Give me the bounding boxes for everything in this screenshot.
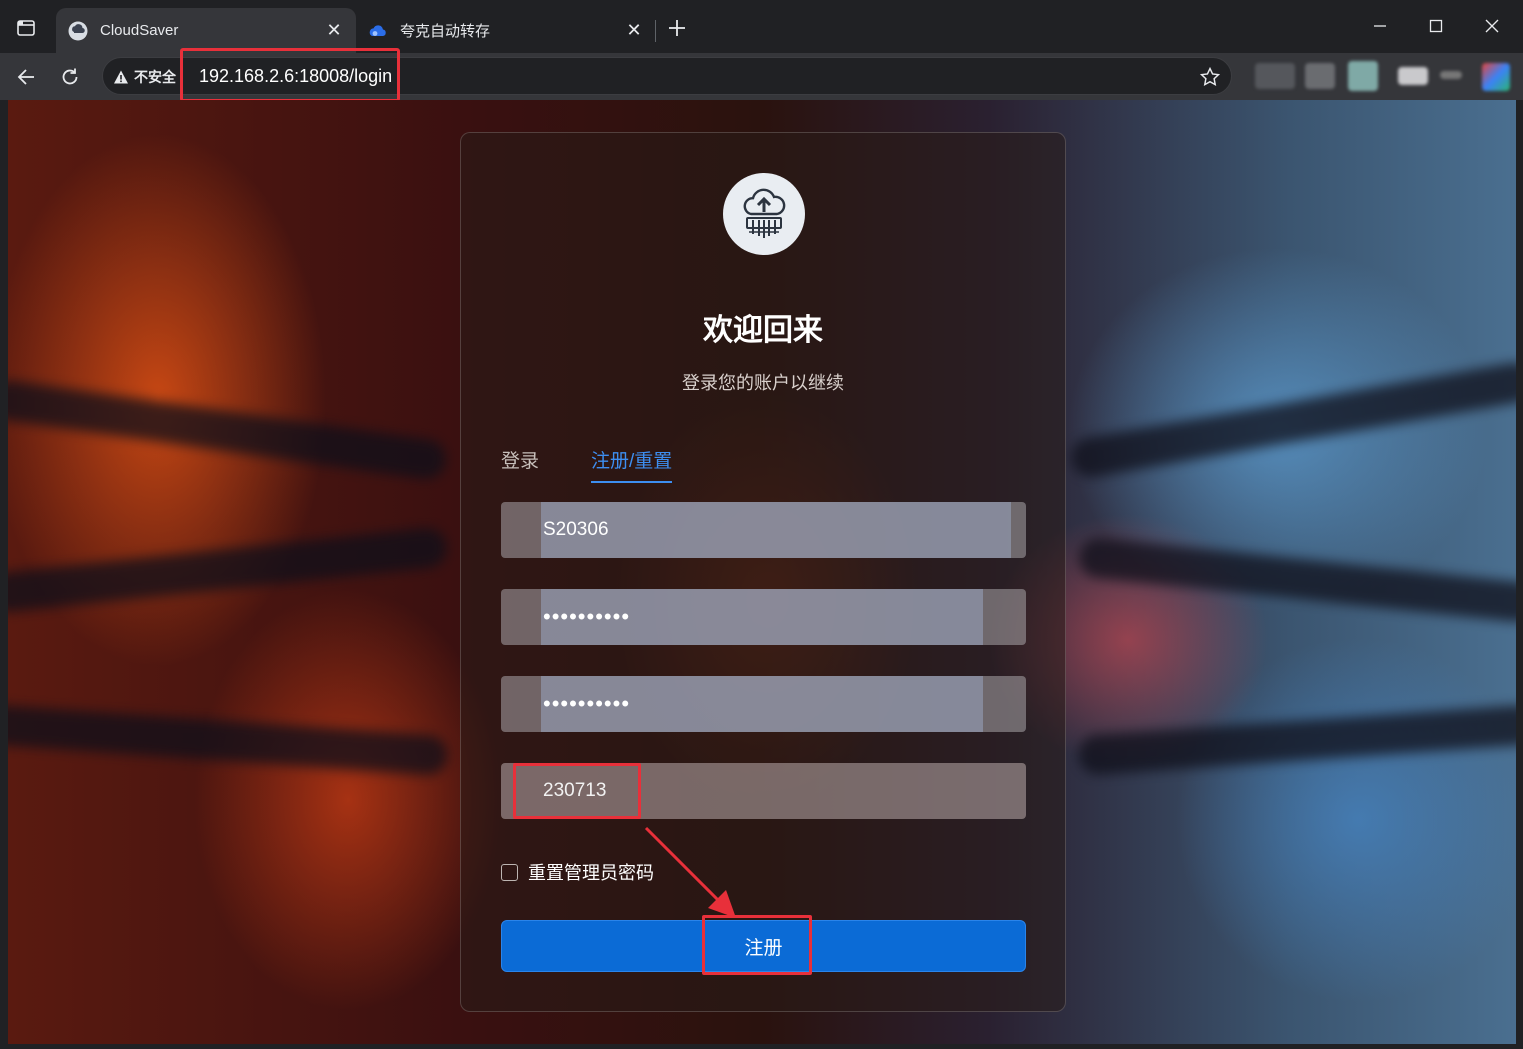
tab-register-reset[interactable]: 注册/重置 [591, 446, 673, 483]
tab-cloudsaver[interactable]: CloudSaver ✕ [56, 8, 356, 53]
background-shadow [8, 526, 449, 614]
code-highlight-box [513, 763, 641, 819]
page-subtitle: 登录您的账户以继续 [682, 373, 844, 393]
page-background: 欢迎回来 登录您的账户以继续 登录 注册/重置 重置管理员密码 注册 [8, 100, 1516, 1044]
tab-strip: CloudSaver ✕ 夸克自动转存 ✕ [0, 0, 1523, 53]
confirm-password-field[interactable] [501, 676, 1026, 732]
password-input[interactable] [543, 589, 983, 645]
reload-icon[interactable] [52, 59, 88, 95]
extension-icon[interactable] [1398, 67, 1428, 85]
annotation-arrow-icon [644, 826, 736, 918]
background-shadow [1068, 359, 1516, 481]
new-tab-icon[interactable] [662, 12, 692, 44]
background-shadow [8, 703, 449, 777]
tab-title: CloudSaver [100, 22, 179, 39]
cloud-upload-icon [743, 188, 786, 238]
extension-icon[interactable] [1255, 63, 1295, 89]
page-title: 欢迎回来 [703, 314, 823, 347]
reset-admin-checkbox[interactable] [501, 863, 518, 881]
extension-icon[interactable] [1305, 63, 1335, 89]
submit-highlight-box [702, 915, 812, 975]
minimize-icon[interactable] [1352, 6, 1408, 46]
close-icon[interactable]: ✕ [324, 20, 344, 41]
tab-separator [655, 20, 656, 42]
cloudsaver-logo [723, 173, 805, 255]
password-field[interactable] [501, 589, 1026, 645]
url-highlight-box [180, 48, 400, 102]
warning-icon [114, 70, 128, 84]
tab-title: 夸克自动转存 [400, 23, 491, 40]
login-card: 欢迎回来 登录您的账户以继续 登录 注册/重置 重置管理员密码 注册 [460, 132, 1066, 1012]
reset-admin-label: 重置管理员密码 [528, 863, 654, 883]
security-label: 不安全 [134, 69, 176, 85]
close-icon[interactable]: ✕ [624, 20, 644, 41]
tab-quark[interactable]: 夸克自动转存 ✕ [356, 8, 656, 53]
background-shadow [1077, 536, 1516, 624]
back-arrow-icon[interactable] [8, 59, 44, 95]
tab-login[interactable]: 登录 [501, 446, 539, 473]
cloudsaver-logo-icon [68, 21, 88, 41]
confirm-password-input[interactable] [543, 676, 983, 732]
username-input[interactable] [543, 502, 983, 558]
security-indicator[interactable]: 不安全 [113, 67, 176, 87]
background-shadow [1077, 704, 1516, 776]
tab-actions-icon[interactable] [8, 12, 44, 44]
username-field[interactable] [501, 502, 1026, 558]
maximize-icon[interactable] [1408, 6, 1464, 46]
background-shadow [8, 378, 449, 482]
reset-admin-row[interactable]: 重置管理员密码 [501, 859, 654, 885]
extension-icon[interactable] [1440, 71, 1462, 79]
quark-cloud-icon [368, 21, 388, 41]
window-close-icon[interactable] [1464, 6, 1520, 46]
extension-icon[interactable] [1348, 61, 1378, 91]
bookmark-star-icon[interactable] [1199, 66, 1221, 88]
profile-avatar[interactable] [1482, 63, 1510, 91]
